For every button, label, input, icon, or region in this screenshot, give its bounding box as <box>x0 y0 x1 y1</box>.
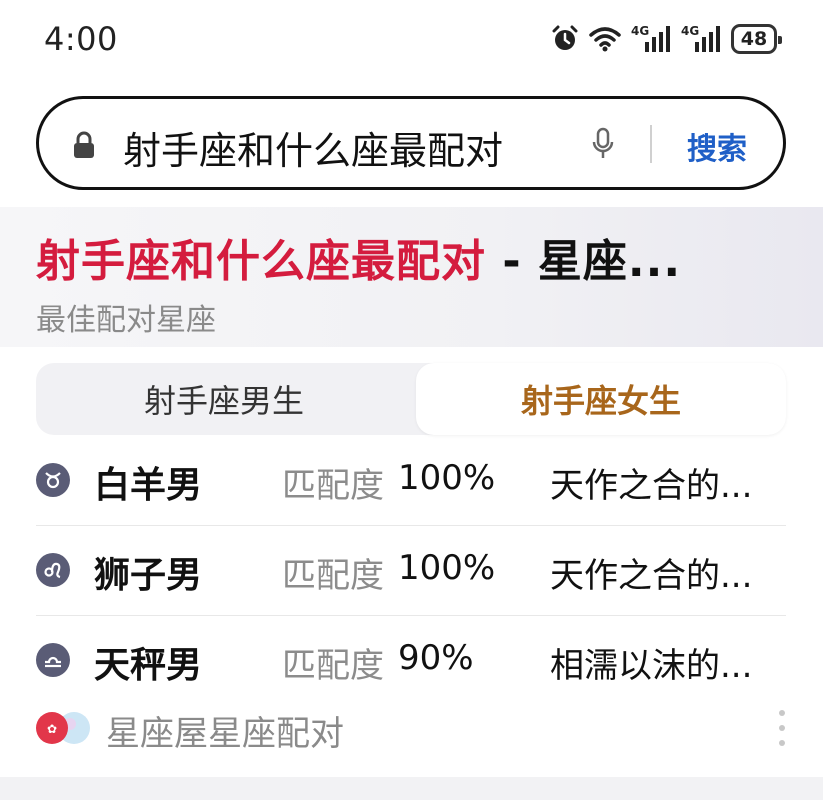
network-type-label: 4G <box>681 24 700 38</box>
signal-icon: 4G <box>681 24 721 54</box>
lock-icon <box>74 131 94 158</box>
tab-male[interactable]: 射手座男生 <box>36 363 412 435</box>
card-title-rest: - 星座... <box>486 236 682 287</box>
libra-icon <box>36 643 70 677</box>
signal-icon: 4G <box>631 24 671 54</box>
tab-female[interactable]: 射手座女生 <box>416 363 786 435</box>
row-match-value: 100% <box>398 548 496 588</box>
alarm-icon <box>552 25 578 50</box>
row-match-value: 90% <box>398 638 474 678</box>
search-bar[interactable]: 射手座和什么座最配对 搜索 <box>36 96 786 190</box>
row-name: 白羊男 <box>94 465 203 506</box>
network-type-label: 4G <box>631 24 650 38</box>
row-name: 狮子男 <box>94 555 203 596</box>
gender-tabs: 射手座男生 射手座女生 <box>36 363 786 435</box>
leo-icon <box>36 553 70 587</box>
microphone-icon[interactable] <box>591 127 615 161</box>
row-description: 天作之合的... <box>550 466 753 506</box>
taurus-icon <box>36 463 70 497</box>
status-bar: 4:00 4G 4G 48 <box>0 0 823 80</box>
status-icons: 4G 4G 48 <box>551 22 782 56</box>
row-description: 相濡以沫的... <box>550 646 753 686</box>
card-title-highlight: 射手座和什么座最配对 <box>36 236 486 287</box>
search-input[interactable]: 射手座和什么座最配对 <box>123 120 573 175</box>
status-time: 4:00 <box>44 20 118 58</box>
wifi-icon <box>589 27 621 52</box>
row-match-value: 100% <box>398 458 496 498</box>
card-title[interactable]: 射手座和什么座最配对 - 星座... <box>36 225 681 289</box>
row-match-label: 匹配度 <box>282 556 384 596</box>
list-item[interactable]: 白羊男 匹配度 100% 天作之合的... <box>36 436 786 526</box>
card-subtitle: 最佳配对星座 <box>36 303 216 338</box>
svg-text:✿: ✿ <box>47 722 57 736</box>
bottom-strip <box>0 777 823 800</box>
row-match-label: 匹配度 <box>282 646 384 686</box>
row-name: 天秤男 <box>94 645 203 686</box>
battery-level: 48 <box>740 28 768 50</box>
list-item[interactable]: 狮子男 匹配度 100% 天作之合的... <box>36 526 786 616</box>
battery-icon: 48 <box>731 24 782 54</box>
more-options-icon[interactable] <box>777 710 787 746</box>
row-match-label: 匹配度 <box>282 466 384 506</box>
source-logo-icon: ✿ <box>36 712 90 744</box>
search-divider <box>650 125 652 163</box>
row-description: 天作之合的... <box>550 556 753 596</box>
list-item[interactable]: 天秤男 匹配度 90% 相濡以沫的... <box>36 616 786 706</box>
search-button[interactable]: 搜索 <box>687 124 747 168</box>
source-name[interactable]: 星座屋星座配对 <box>106 706 344 755</box>
